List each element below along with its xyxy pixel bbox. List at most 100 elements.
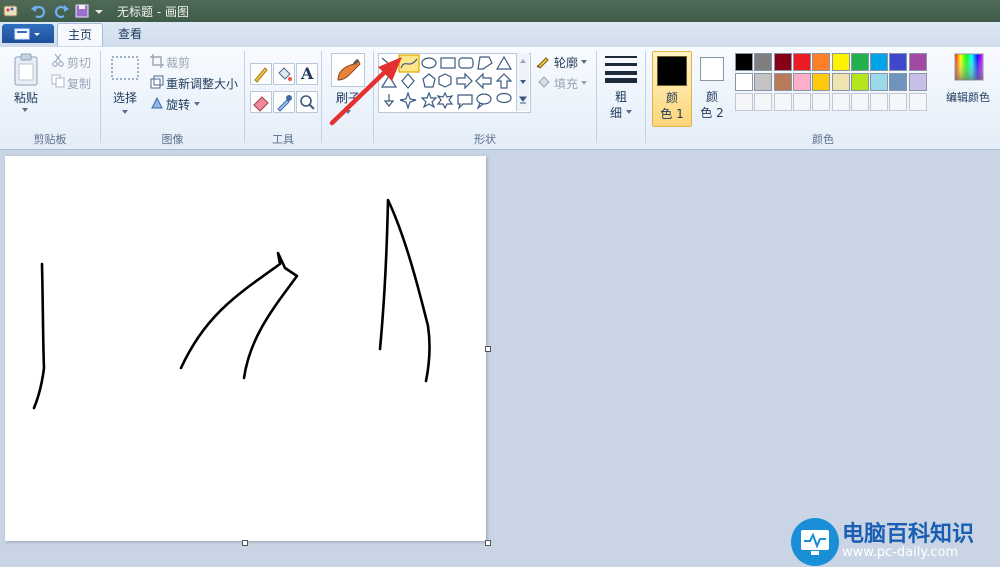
palette-swatch[interactable] bbox=[831, 53, 850, 71]
ribbon-tab-bar: 主页 查看 bbox=[0, 22, 1000, 48]
rotate-icon bbox=[151, 96, 163, 109]
select-icon[interactable] bbox=[110, 55, 140, 81]
paste-label[interactable]: 粘贴 bbox=[10, 89, 42, 106]
edit-colors-button[interactable] bbox=[950, 53, 986, 89]
eraser-tool[interactable] bbox=[250, 91, 272, 113]
gallery-scroll-arrows bbox=[519, 59, 527, 104]
fill-button[interactable]: 填充 bbox=[554, 75, 578, 92]
undo-icon[interactable] bbox=[30, 3, 48, 19]
stroke-right bbox=[378, 198, 431, 383]
crop-button[interactable]: 裁剪 bbox=[166, 54, 190, 71]
palette-custom-slot[interactable] bbox=[792, 93, 811, 111]
shapes-group-label: 形状 bbox=[474, 133, 496, 146]
cut-button[interactable]: 剪切 bbox=[67, 54, 91, 71]
palette-swatch[interactable] bbox=[908, 73, 927, 91]
palette-swatch[interactable] bbox=[850, 53, 869, 71]
eyedropper-icon bbox=[277, 95, 292, 112]
fill-tool[interactable] bbox=[273, 63, 295, 85]
color1-swatch bbox=[657, 56, 687, 86]
rotate-dropdown-icon[interactable] bbox=[193, 101, 201, 107]
fill-dropdown-icon[interactable] bbox=[580, 80, 588, 86]
ribbon: 粘贴 剪切 复制 剪贴板 选择 裁剪 重新调整大小 旋转 图像 A 工具 刷子 … bbox=[0, 47, 1000, 150]
tab-home[interactable]: 主页 bbox=[57, 23, 103, 46]
palette-swatch[interactable] bbox=[831, 73, 850, 91]
outline-dropdown-icon[interactable] bbox=[580, 59, 588, 65]
color2-label-line1: 颜 bbox=[705, 90, 718, 104]
shapes-gallery-scrollbar[interactable] bbox=[516, 53, 529, 111]
group-separator bbox=[596, 51, 597, 143]
palette-swatch[interactable] bbox=[735, 73, 753, 91]
palette-swatch[interactable] bbox=[889, 53, 908, 71]
size-label-line1[interactable]: 粗 bbox=[604, 88, 638, 105]
palette-swatch[interactable] bbox=[889, 73, 908, 91]
palette-custom-slot[interactable] bbox=[735, 93, 753, 111]
group-separator bbox=[244, 51, 245, 143]
palette-swatch[interactable] bbox=[773, 53, 792, 71]
pencil-tool[interactable] bbox=[250, 63, 272, 85]
resize-handle-corner[interactable] bbox=[485, 540, 491, 546]
palette-custom-slot[interactable] bbox=[908, 93, 927, 111]
redo-icon[interactable] bbox=[52, 3, 70, 19]
color-spectrum-icon bbox=[954, 53, 984, 81]
scissors-icon bbox=[52, 53, 64, 67]
resize-icon bbox=[150, 75, 164, 89]
crop-icon bbox=[150, 54, 164, 68]
rotate-button[interactable]: 旋转 bbox=[166, 96, 190, 113]
color1-label-line1: 颜 bbox=[665, 91, 678, 105]
title-bar: 无标题 - 画图 bbox=[0, 0, 1000, 22]
text-tool[interactable]: A bbox=[296, 63, 318, 85]
resize-button[interactable]: 重新调整大小 bbox=[166, 75, 238, 92]
eraser-icon bbox=[253, 96, 269, 112]
save-icon[interactable] bbox=[74, 3, 90, 19]
monitor-logo-icon bbox=[791, 518, 839, 566]
palette-swatch[interactable] bbox=[850, 73, 869, 91]
watermark-url: www.pc-daily.com bbox=[842, 545, 959, 560]
line-size-icon[interactable] bbox=[604, 55, 638, 83]
palette-swatch[interactable] bbox=[754, 53, 773, 71]
paste-dropdown-icon[interactable] bbox=[21, 107, 29, 113]
colors-group-label: 颜色 bbox=[812, 133, 834, 146]
customize-quick-access-icon[interactable] bbox=[93, 3, 105, 19]
paste-icon[interactable] bbox=[12, 53, 40, 87]
resize-handle-right[interactable] bbox=[485, 346, 491, 352]
palette-custom-slot[interactable] bbox=[773, 93, 792, 111]
copy-button[interactable]: 复制 bbox=[67, 75, 91, 92]
palette-swatch[interactable] bbox=[773, 73, 792, 91]
resize-handle-bottom[interactable] bbox=[242, 540, 248, 546]
palette-swatch[interactable] bbox=[754, 73, 773, 91]
color2-swatch bbox=[700, 57, 724, 81]
color2-button[interactable]: 颜 色 2 bbox=[694, 51, 730, 125]
canvas-workspace[interactable] bbox=[0, 150, 1000, 567]
palette-custom-slot[interactable] bbox=[831, 93, 850, 111]
palette-custom-slot[interactable] bbox=[870, 93, 889, 111]
text-icon: A bbox=[301, 64, 314, 83]
watermark: 电脑百科知识 www.pc-daily.com bbox=[790, 512, 1000, 567]
tab-view[interactable]: 查看 bbox=[108, 23, 152, 45]
red-annotation-arrow bbox=[329, 57, 402, 126]
palette-swatch[interactable] bbox=[870, 73, 889, 91]
paint-menu-button[interactable] bbox=[2, 24, 54, 43]
drawing-canvas[interactable] bbox=[5, 156, 486, 541]
palette-swatch[interactable] bbox=[908, 53, 927, 71]
palette-swatch[interactable] bbox=[812, 73, 831, 91]
outline-icon bbox=[536, 57, 549, 69]
palette-custom-slot[interactable] bbox=[812, 93, 831, 111]
palette-swatch[interactable] bbox=[812, 53, 831, 71]
palette-swatch[interactable] bbox=[792, 73, 811, 91]
select-dropdown-icon[interactable] bbox=[121, 109, 129, 115]
group-separator bbox=[321, 51, 322, 143]
select-label[interactable]: 选择 bbox=[108, 89, 142, 106]
palette-swatch[interactable] bbox=[735, 53, 753, 71]
magnifier-tool[interactable] bbox=[296, 91, 318, 113]
copy-icon bbox=[51, 74, 65, 88]
color-picker-tool[interactable] bbox=[273, 91, 295, 113]
outline-button[interactable]: 轮廓 bbox=[554, 54, 578, 71]
palette-custom-slot[interactable] bbox=[754, 93, 773, 111]
palette-custom-slot[interactable] bbox=[850, 93, 869, 111]
size-dropdown-icon[interactable] bbox=[625, 109, 633, 115]
color1-button[interactable]: 颜 色 1 bbox=[652, 51, 692, 127]
palette-swatch[interactable] bbox=[792, 53, 811, 71]
edit-colors-label[interactable]: 编辑颜色 bbox=[946, 89, 990, 105]
palette-custom-slot[interactable] bbox=[889, 93, 908, 111]
palette-swatch[interactable] bbox=[870, 53, 889, 71]
